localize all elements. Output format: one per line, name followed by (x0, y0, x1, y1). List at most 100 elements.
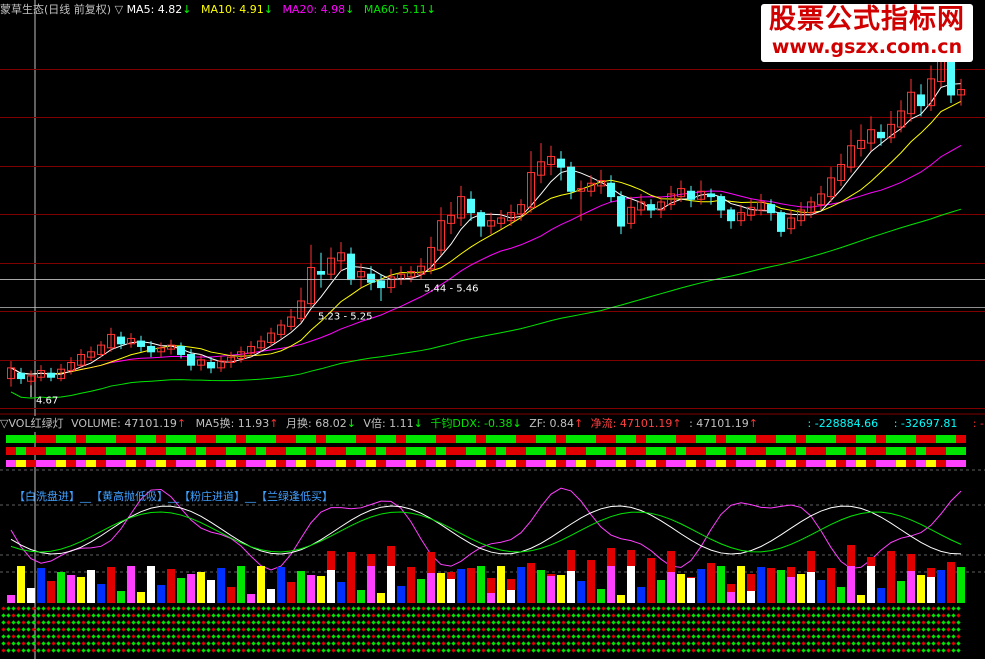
signal-dot (881, 634, 886, 639)
signal-dot (6, 606, 11, 611)
signal-dot (481, 648, 486, 653)
signal-band-1 (926, 435, 936, 443)
signal-dot (356, 613, 361, 618)
signal-dot (906, 634, 911, 639)
signal-band-2 (636, 447, 646, 455)
signal-dot (101, 641, 106, 646)
signal-dot (686, 634, 691, 639)
signal-dot (61, 606, 66, 611)
signal-band-2 (36, 447, 46, 455)
kline-chart-canvas[interactable]: 4.675.23 - 5.255.44 - 5.46 (0, 0, 985, 659)
signal-band-2 (446, 447, 456, 455)
signal-dot (516, 641, 521, 646)
signal-dot (666, 641, 671, 646)
signal-dot (651, 620, 656, 625)
volume-bar (317, 576, 325, 603)
signal-band-2 (766, 447, 776, 455)
signal-dot (931, 606, 936, 611)
signal-dot (231, 620, 236, 625)
signal-dot (861, 627, 866, 632)
signal-dot (56, 620, 61, 625)
signal-dot (171, 648, 176, 653)
signal-dot (541, 620, 546, 625)
signal-dot (746, 641, 751, 646)
signal-dot (116, 627, 121, 632)
signal-dot (886, 606, 891, 611)
signal-dot (801, 620, 806, 625)
ma-toggle-icon[interactable]: ▽ (115, 3, 123, 16)
signal-dot (211, 620, 216, 625)
signal-dot (736, 627, 741, 632)
signal-dot (766, 606, 771, 611)
signal-dot (561, 613, 566, 618)
signal-dot (736, 613, 741, 618)
net-flow-value: 净流: 47101.19 (590, 417, 673, 430)
candle-body (377, 280, 385, 289)
signal-dot (411, 634, 416, 639)
signal-dot (161, 641, 166, 646)
signal-dot (631, 620, 636, 625)
signal-dot (261, 606, 266, 611)
signal-dot (581, 634, 586, 639)
signal-band-2 (146, 447, 156, 455)
signal-dot (521, 641, 526, 646)
signal-band-1 (786, 435, 796, 443)
signal-band-1 (186, 435, 196, 443)
signal-dot (161, 634, 166, 639)
signal-dot (466, 648, 471, 653)
signal-dot (466, 620, 471, 625)
signal-dot (591, 641, 596, 646)
signal-dot (101, 634, 106, 639)
signal-dot (636, 648, 641, 653)
signal-dot (181, 641, 186, 646)
signal-dot (291, 627, 296, 632)
signal-band-3 (116, 460, 126, 467)
signal-dot (131, 634, 136, 639)
signal-band-3 (426, 460, 436, 467)
signal-dot (436, 648, 441, 653)
signal-band-2 (756, 447, 766, 455)
signal-dot (11, 606, 16, 611)
volume-bar (337, 582, 345, 603)
signal-dot (951, 606, 956, 611)
signal-dot (71, 613, 76, 618)
signal-dot (91, 634, 96, 639)
signal-dot (756, 641, 761, 646)
signal-dot (781, 620, 786, 625)
signal-dot (576, 641, 581, 646)
signal-band-1 (96, 435, 106, 443)
signal-band-3 (226, 460, 236, 467)
indicator-name[interactable]: ▽VOL红绿灯 (0, 417, 64, 430)
signal-band-3 (386, 460, 396, 467)
signal-dot (486, 627, 491, 632)
volume-bar-top (527, 563, 535, 583)
volume-bar (787, 577, 795, 603)
signal-dot (381, 627, 386, 632)
signal-dot (866, 634, 871, 639)
signal-dot (476, 627, 481, 632)
volume-bar (17, 566, 25, 603)
signal-dot (76, 648, 81, 653)
signal-dot (586, 648, 591, 653)
signal-dot (291, 641, 296, 646)
signal-dot (711, 627, 716, 632)
signal-dot (696, 634, 701, 639)
signal-dot (901, 641, 906, 646)
signal-dot (756, 620, 761, 625)
signal-dot (301, 606, 306, 611)
signal-dot (126, 606, 131, 611)
signal-dot (636, 627, 641, 632)
signal-dot (566, 627, 571, 632)
signal-band-1 (566, 435, 576, 443)
signal-band-1 (886, 435, 896, 443)
signal-band-1 (66, 435, 76, 443)
signal-dot (376, 648, 381, 653)
signal-dot (321, 648, 326, 653)
volume-bar (937, 570, 945, 603)
signal-dot (711, 606, 716, 611)
signal-dot (316, 627, 321, 632)
candle-body (467, 198, 475, 214)
signal-dot (711, 648, 716, 653)
signal-dot (281, 606, 286, 611)
signal-dot (861, 648, 866, 653)
